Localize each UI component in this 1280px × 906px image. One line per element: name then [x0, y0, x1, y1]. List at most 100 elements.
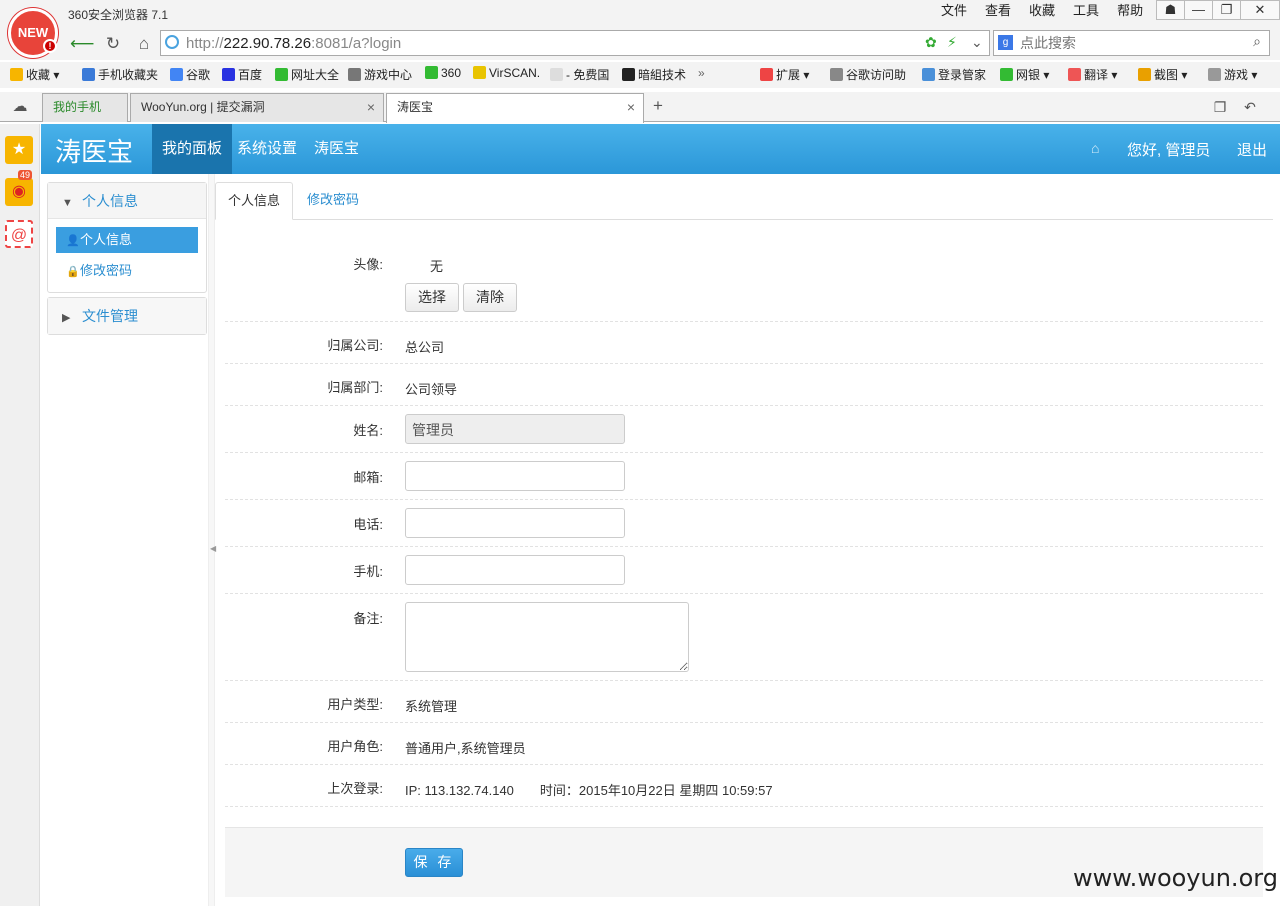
menu-tools[interactable]: 工具: [1064, 3, 1108, 19]
panel-splitter[interactable]: ◀: [208, 174, 216, 906]
form-row-user-type: 用户类型: 系统管理: [225, 681, 1263, 723]
close-tab-icon[interactable]: ×: [627, 94, 635, 121]
menu-item-personal-info[interactable]: 👤个人信息: [56, 227, 198, 253]
tab-wooyun[interactable]: WooYun.org | 提交漏洞 ×: [130, 93, 384, 122]
phone-label: 电话:: [353, 517, 383, 532]
maximize-button[interactable]: ❐: [1212, 0, 1241, 20]
globe-icon: [165, 35, 179, 49]
alert-icon: !: [43, 39, 57, 53]
bookmark-anzu[interactable]: 暗組技术: [622, 66, 686, 83]
address-bar[interactable]: http://222.90.78.26:8081/a?login ✿ ⚡ ⌄: [160, 30, 990, 56]
tab-change-password[interactable]: 修改密码: [295, 182, 371, 220]
save-button[interactable]: 保 存: [405, 848, 463, 877]
name-field: 管理员: [405, 414, 625, 444]
bookmark-bank[interactable]: 网银 ▾: [1000, 66, 1049, 83]
bookmark-login-manager[interactable]: 登录管家: [922, 66, 986, 83]
mail-icon[interactable]: @: [5, 220, 33, 248]
bookmark-favorites[interactable]: 收藏 ▾: [10, 66, 59, 83]
app-brand[interactable]: 涛医宝: [55, 132, 133, 169]
avatar-value: 无: [430, 259, 444, 274]
form-row-last-login: 上次登录: IP: 113.132.74.140 时间：2015年10月22日 …: [225, 765, 1263, 807]
bookmarks-more-icon[interactable]: »: [698, 66, 705, 80]
search-input[interactable]: [1020, 33, 1240, 53]
bookmark-translate[interactable]: 翻译 ▾: [1068, 66, 1117, 83]
clear-button[interactable]: 清除: [463, 283, 517, 312]
home-icon[interactable]: ⌂: [1091, 140, 1107, 156]
avatar-label: 头像:: [353, 257, 383, 272]
search-engine-icon[interactable]: g: [998, 35, 1013, 50]
company-value: 总公司: [405, 340, 445, 355]
bookmark-360[interactable]: 360: [425, 66, 461, 80]
menu-item-change-password[interactable]: 🔒修改密码: [56, 258, 198, 284]
bookmark-google-access[interactable]: 谷歌访问助: [830, 66, 906, 83]
weibo-icon[interactable]: ◉: [5, 178, 33, 206]
choose-button[interactable]: 选择: [405, 283, 459, 312]
logout-link[interactable]: 退出: [1237, 139, 1267, 160]
bookmark-hao360[interactable]: 网址大全: [275, 66, 339, 83]
remarks-field[interactable]: [405, 602, 689, 672]
user-type-label: 用户类型:: [327, 697, 383, 712]
refresh-icon[interactable]: ↻: [101, 33, 125, 55]
menu-file[interactable]: 文件: [932, 3, 976, 19]
undo-close-icon[interactable]: ↶: [1238, 96, 1262, 118]
tab-taoyibao[interactable]: 涛医宝 ×: [386, 93, 644, 123]
logo-text: NEW: [17, 25, 49, 40]
menu-help[interactable]: 帮助: [1108, 3, 1152, 19]
tab-list-icon[interactable]: ❐: [1208, 96, 1232, 118]
menu-group-personal: ▼ 个人信息 👤个人信息 🔒修改密码: [47, 182, 207, 293]
new-tab-icon[interactable]: +: [646, 95, 670, 117]
department-label: 归属部门:: [327, 380, 383, 395]
back-icon[interactable]: ⟵: [70, 33, 94, 55]
bookmark-screenshot[interactable]: 截图 ▾: [1138, 66, 1187, 83]
star-icon[interactable]: ★: [5, 136, 33, 164]
app-header: 涛医宝 我的面板 系统设置 涛医宝 ⌂ 您好, 管理员 退出: [41, 124, 1280, 174]
chevron-down-icon: ▼: [62, 197, 73, 209]
skin-button[interactable]: ☗: [1156, 0, 1185, 20]
user-greeting[interactable]: 您好, 管理员: [1127, 139, 1210, 160]
content-tabs: 个人信息 修改密码: [215, 182, 1273, 220]
bookmark-game-center[interactable]: 游戏中心: [348, 66, 412, 83]
menu-group-header[interactable]: ▼ 个人信息: [48, 183, 206, 219]
nav-system-settings[interactable]: 系统设置: [227, 124, 307, 174]
bookmark-games[interactable]: 游戏 ▾: [1208, 66, 1257, 83]
search-box[interactable]: g ⌕: [993, 30, 1270, 56]
chevron-right-icon: ▶: [62, 312, 71, 324]
browser-logo[interactable]: NEW !: [8, 8, 58, 58]
menu-view[interactable]: 查看: [976, 3, 1020, 19]
browser-titlebar: 360安全浏览器 7.1 文件 查看 收藏 工具 帮助 ☗ — ❐ ✕: [0, 0, 1280, 28]
bookmark-mobile-favorites[interactable]: 手机收藏夹: [82, 66, 158, 83]
security-icon[interactable]: ✿: [925, 34, 937, 51]
cloud-icon[interactable]: ☁: [8, 96, 32, 118]
bookmarks-bar: 收藏 ▾ 手机收藏夹 谷歌 百度 网址大全 游戏中心 360 VirSCAN. …: [0, 62, 1280, 88]
menu-favorites[interactable]: 收藏: [1020, 3, 1064, 19]
tab-personal-info[interactable]: 个人信息: [215, 182, 294, 220]
form-row-remarks: 备注:: [225, 594, 1263, 681]
email-label: 邮箱:: [353, 470, 383, 485]
nav-my-panel[interactable]: 我的面板: [152, 124, 233, 174]
minimize-button[interactable]: —: [1184, 0, 1213, 20]
last-login-label: 上次登录:: [327, 781, 383, 796]
lock-icon: 🔒: [66, 266, 80, 278]
close-window-button[interactable]: ✕: [1240, 0, 1280, 20]
home-icon[interactable]: ⌂: [132, 33, 156, 55]
email-field[interactable]: [405, 461, 625, 491]
tab-my-phone[interactable]: 我的手机: [42, 93, 128, 122]
left-menu: ▼ 个人信息 👤个人信息 🔒修改密码 ▶ 文件管理: [47, 182, 207, 339]
nav-taoyibao[interactable]: 涛医宝: [304, 124, 369, 174]
bookmark-free[interactable]: - 免费国: [550, 66, 609, 83]
bookmark-google[interactable]: 谷歌: [170, 66, 210, 83]
speed-mode-icon[interactable]: ⚡: [947, 34, 957, 51]
search-icon[interactable]: ⌕: [1253, 33, 1261, 50]
form-row-phone: 电话:: [225, 500, 1263, 547]
bookmark-extensions[interactable]: 扩展 ▾: [760, 66, 809, 83]
mobile-field[interactable]: [405, 555, 625, 585]
dropdown-icon[interactable]: ⌄: [971, 34, 983, 51]
menu-group-header[interactable]: ▶ 文件管理: [48, 298, 206, 334]
close-tab-icon[interactable]: ×: [367, 94, 375, 121]
menu-group-files: ▶ 文件管理: [47, 297, 207, 335]
phone-field[interactable]: [405, 508, 625, 538]
bookmark-baidu[interactable]: 百度: [222, 66, 262, 83]
browser-title: 360安全浏览器 7.1: [68, 8, 169, 22]
last-login-value: IP: 113.132.74.140 时间：2015年10月22日 星期四 10…: [405, 783, 773, 798]
bookmark-virscan[interactable]: VirSCAN.: [473, 66, 540, 80]
